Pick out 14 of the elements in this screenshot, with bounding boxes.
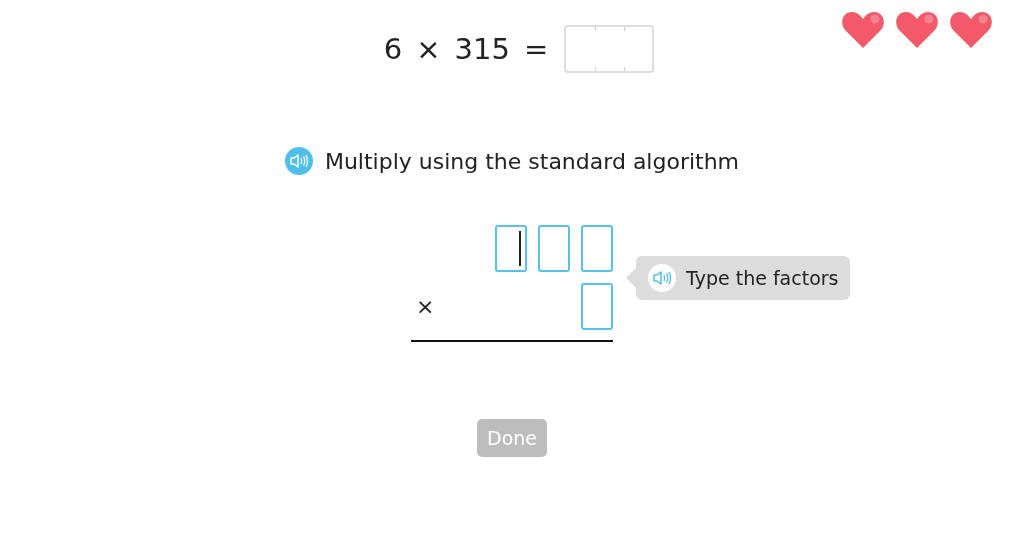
- answer-field[interactable]: [564, 25, 655, 73]
- times-sign: ×: [416, 32, 441, 66]
- instruction-text: Multiply using the standard algorithm: [324, 148, 740, 174]
- digit-field[interactable]: [581, 225, 613, 272]
- digit-field[interactable]: [495, 225, 527, 272]
- equation-number: 315: [454, 32, 510, 66]
- hint-text: Type the factors: [686, 267, 839, 289]
- equals-sign: =: [523, 32, 549, 66]
- speaker-icon[interactable]: [648, 264, 676, 292]
- digit-field[interactable]: [581, 283, 613, 330]
- times-sign: ×: [416, 294, 435, 319]
- equation-number: 6: [383, 32, 403, 66]
- digit-field[interactable]: [538, 225, 570, 272]
- speaker-icon[interactable]: [284, 147, 313, 175]
